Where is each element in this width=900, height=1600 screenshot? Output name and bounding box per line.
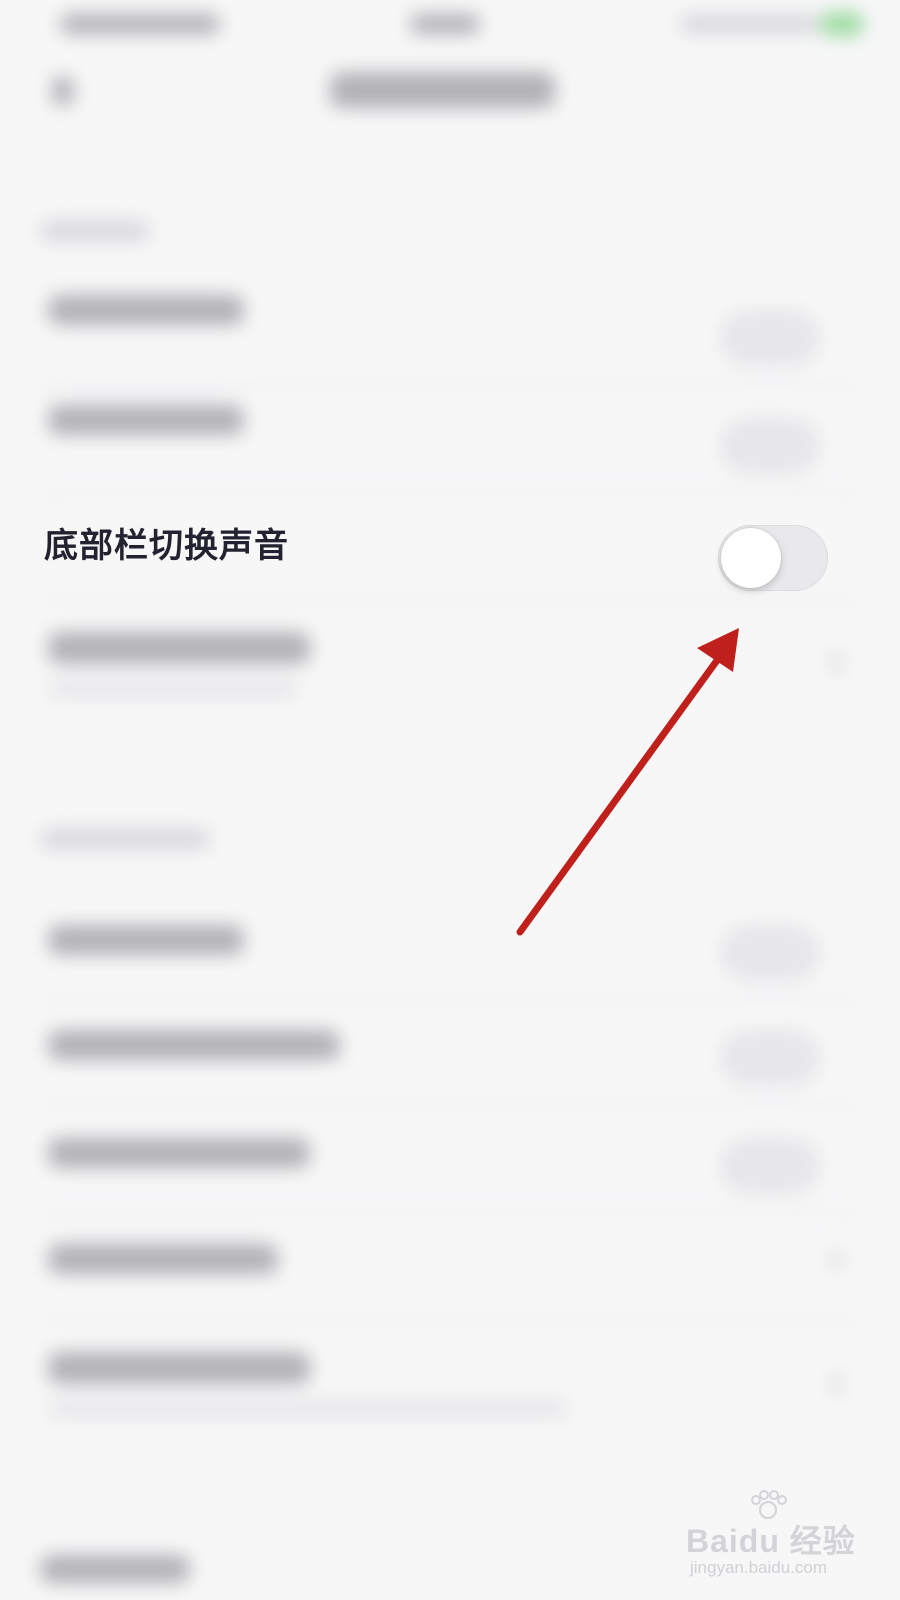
divider	[40, 1320, 860, 1322]
setting-row-2-label	[48, 405, 244, 435]
setting-row-2-toggle[interactable]	[720, 418, 820, 474]
baidu-watermark: Baidu 经验 jingyan.baidu.com	[686, 1490, 866, 1580]
section-header-3	[40, 1555, 190, 1583]
divider	[40, 1105, 860, 1107]
setting-row-5-toggle[interactable]	[720, 925, 820, 981]
section-header-2	[40, 828, 210, 850]
setting-label: 底部栏切换声音	[44, 526, 289, 566]
setting-row-9-label	[48, 1352, 310, 1384]
blurred-background-content	[0, 0, 900, 1600]
setting-row-1-label	[48, 295, 244, 325]
chevron-right-icon[interactable]	[830, 1248, 844, 1272]
setting-row-7-toggle[interactable]	[720, 1138, 820, 1194]
page-title	[330, 72, 555, 108]
back-arrow-icon[interactable]	[52, 76, 74, 106]
toggle-switch[interactable]	[718, 525, 828, 591]
status-bar-icons	[680, 14, 820, 34]
toggle-knob	[721, 528, 781, 588]
chevron-right-icon[interactable]	[830, 650, 844, 674]
setting-row-6-label	[48, 1030, 340, 1060]
setting-row-4-label	[48, 632, 310, 664]
section-header-1	[40, 220, 150, 242]
divider	[40, 492, 860, 494]
setting-row-5-label	[48, 925, 244, 955]
setting-row-1-toggle[interactable]	[720, 310, 820, 366]
chevron-right-icon[interactable]	[830, 1372, 844, 1396]
status-bar-time	[410, 14, 480, 34]
setting-row-7-label	[48, 1138, 310, 1168]
divider	[40, 1212, 860, 1214]
divider	[40, 1000, 860, 1002]
divider	[40, 385, 860, 387]
status-bar-carrier	[60, 14, 220, 34]
watermark-url: jingyan.baidu.com	[690, 1558, 828, 1577]
setting-row-4-subtitle	[48, 680, 298, 698]
setting-row-6-toggle[interactable]	[720, 1030, 820, 1086]
battery-icon	[820, 12, 864, 36]
setting-row-8-label	[48, 1244, 278, 1274]
settings-screen: 底部栏切换声音 Baidu 经验 jingyan.baidu.com	[0, 0, 900, 1600]
watermark-brand: Baidu 经验	[686, 1523, 856, 1559]
setting-row-9-subtitle	[48, 1400, 568, 1418]
